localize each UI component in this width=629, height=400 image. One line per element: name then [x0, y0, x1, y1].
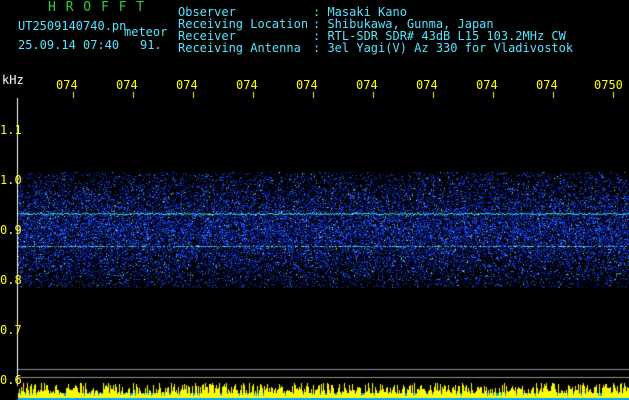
y-tick-1-0: 1.0: [0, 173, 22, 187]
x-tick-1: 074: [116, 78, 138, 92]
x-tick-8: 074: [536, 78, 558, 92]
x-tick-6: 074: [416, 78, 438, 92]
x-tick-7: 074: [476, 78, 498, 92]
unit-label: kHz: [2, 73, 24, 87]
y-tick-0-7: 0.7: [0, 323, 22, 337]
spectrogram-canvas: [0, 0, 629, 400]
meteor-label: meteor: [124, 25, 168, 39]
meteor-count: 91.: [140, 38, 162, 52]
x-tick-0: 074: [56, 78, 78, 92]
y-tick-0-9: 0.9: [0, 223, 22, 237]
y-tick-1-1: 1.1: [0, 123, 22, 137]
file-name: UT2509140740.pn: [18, 19, 127, 33]
x-tick-9: 0750: [594, 78, 623, 92]
y-tick-0-6: 0.6: [0, 373, 22, 387]
x-tick-5: 074: [356, 78, 378, 92]
datetime: 25.09.14 07:40: [18, 38, 120, 52]
x-tick-2: 074: [176, 78, 198, 92]
antenna-value: : 3el Yagi(V) Az 330 for Vladivostok: [313, 41, 574, 55]
x-tick-3: 074: [236, 78, 258, 92]
x-tick-4: 074: [296, 78, 318, 92]
antenna-label: Receiving Antenna: [178, 41, 301, 55]
y-tick-0-8: 0.8: [0, 273, 22, 287]
app-title: H R O F F T: [48, 0, 146, 15]
